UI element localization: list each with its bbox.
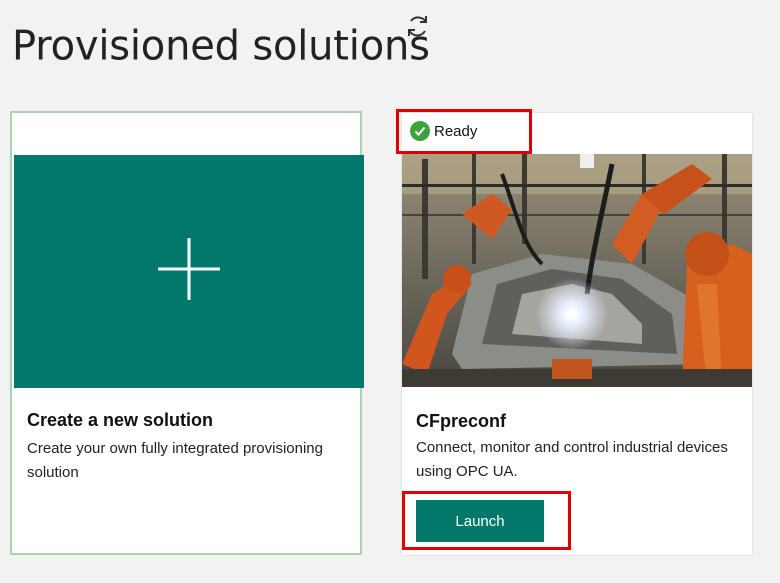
create-new-solution-card[interactable]: Create a new solution Create your own fu… xyxy=(10,111,364,555)
checkmark-icon xyxy=(410,121,430,141)
new-solution-title: Create a new solution xyxy=(27,410,214,430)
refresh-icon xyxy=(403,11,433,46)
page-title: Provisioned solutions xyxy=(12,22,430,70)
status-text: Ready xyxy=(434,122,478,140)
refresh-button[interactable] xyxy=(400,10,436,46)
launch-button[interactable]: Launch xyxy=(416,500,544,542)
solution-name: CFpreconf xyxy=(416,411,506,431)
new-solution-description: Create your own fully integrated provisi… xyxy=(27,440,323,481)
solution-card: Ready CFpreconf Connect, monitor and con… xyxy=(402,113,752,555)
solution-image xyxy=(402,154,752,387)
create-solution-tile[interactable] xyxy=(14,155,364,388)
plus-icon xyxy=(158,238,220,305)
page-header: Provisioned solutions xyxy=(12,18,430,74)
status-badge: Ready xyxy=(410,121,477,141)
solution-description: Connect, monitor and control industrial … xyxy=(416,439,728,480)
